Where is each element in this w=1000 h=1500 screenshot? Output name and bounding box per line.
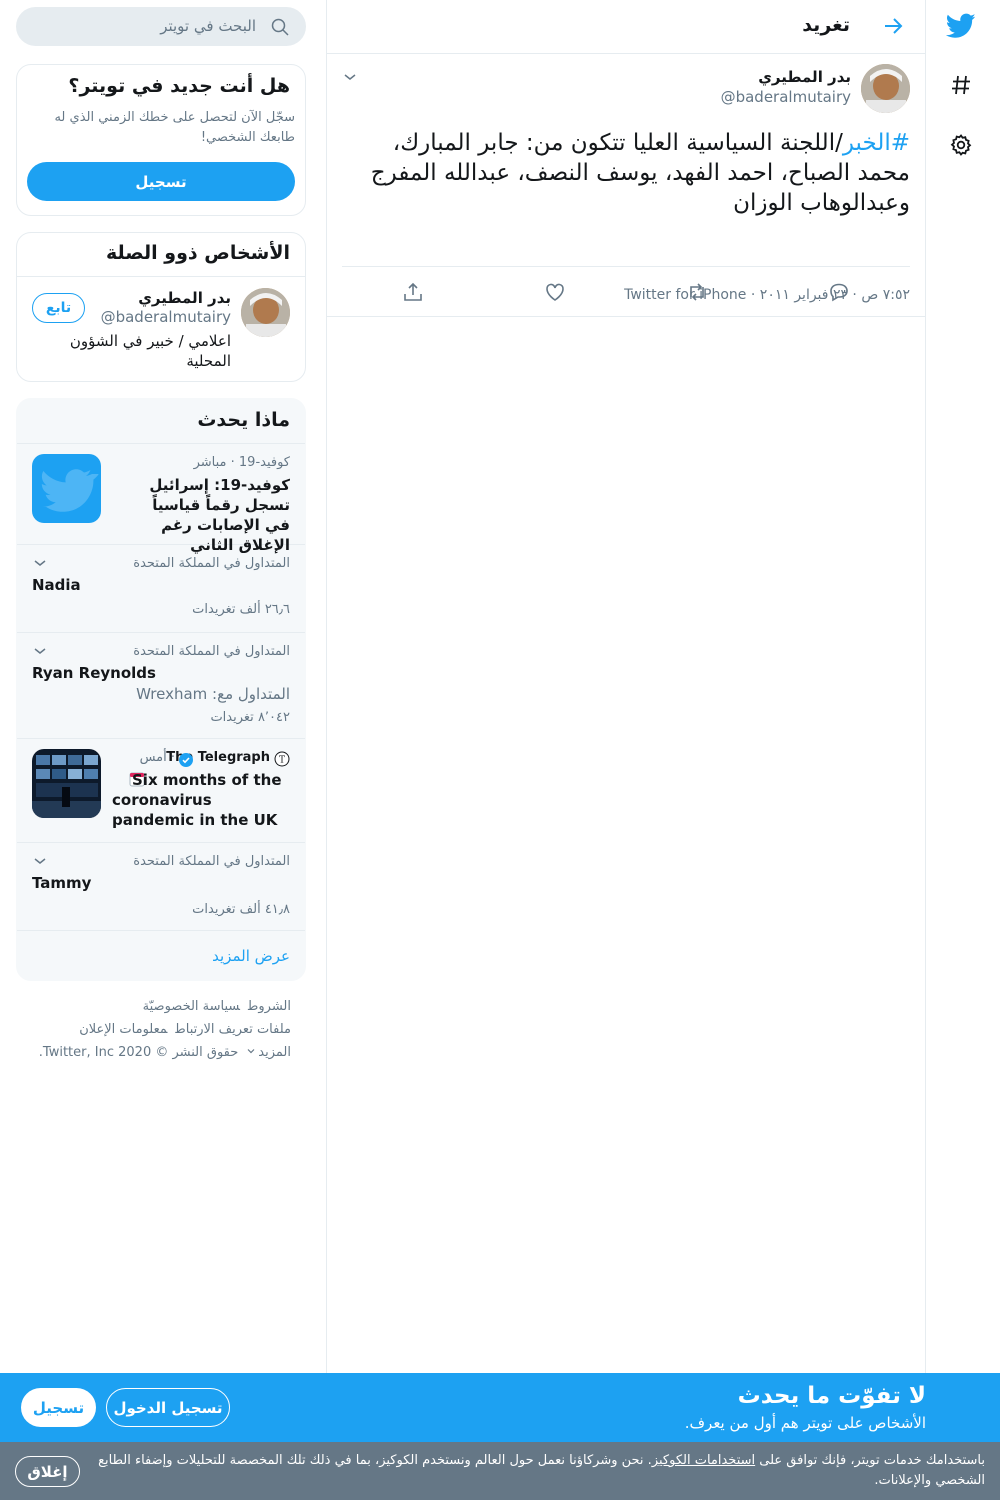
trend-count: ٤١٫٨ ألف تغريدات <box>192 902 290 917</box>
trend-item[interactable]: المتداول في المملكة المتحدة Tammy ٤١٫٨ أ… <box>17 843 305 931</box>
footer-ads-link[interactable]: معلومات الإعلان <box>79 1022 167 1037</box>
footer-row-1: الشروط سياسة الخصوصيّة <box>16 995 291 1018</box>
trend-name: Tammy <box>32 874 92 892</box>
footer-privacy-link[interactable]: سياسة الخصوصيّة <box>143 999 240 1014</box>
retweet-icon[interactable] <box>685 280 709 304</box>
trend-context: المتداول في المملكة المتحدة <box>133 556 290 571</box>
chevron-down-icon[interactable] <box>32 643 48 659</box>
card-title: ماذا يحدث <box>197 409 290 431</box>
tweet-author-handle[interactable]: @baderalmutairy <box>721 88 851 106</box>
news-title: كوفيد-19: إسرائيل تسجل رقماً قياسياً في … <box>149 476 290 554</box>
trend-related: المتداول مع: Wrexham <box>136 685 290 703</box>
main-header: تغريد <box>327 0 925 54</box>
trend-name: Ryan Reynolds <box>32 664 156 682</box>
chevron-down-icon[interactable] <box>32 853 48 869</box>
tweet-text: #الخبر/اللجنة السياسية العليا تتكون من: … <box>340 128 910 218</box>
trend-item[interactable]: المتداول في المملكة المتحدة Ryan Reynold… <box>17 633 305 739</box>
svg-text:T: T <box>279 756 285 766</box>
hashtag-icon[interactable] <box>944 68 978 102</box>
cookie-text-before: باستخدامك خدمات تويتر، فإنك توافق على <box>755 1453 985 1468</box>
tweet-author-name[interactable]: بدر المطيري <box>758 68 851 86</box>
search-input[interactable]: البحث في تويتر <box>160 17 256 35</box>
like-icon[interactable] <box>543 280 567 304</box>
side-nav <box>926 0 1000 1500</box>
tweet-actions <box>342 266 910 316</box>
page-title: تغريد <box>802 14 850 36</box>
verified-badge-icon <box>179 752 193 767</box>
related-user-bio: اعلامي / خبير في الشؤون المحلية <box>69 332 231 370</box>
news-time: · أمس <box>139 750 175 765</box>
signup-banner: لا تفوّت ما يحدث الأشخاص على تويتر هم أو… <box>0 1373 1000 1442</box>
chevron-down-icon[interactable] <box>341 68 359 86</box>
login-button[interactable]: تسجيل الدخول <box>106 1388 230 1427</box>
footer-more-label: المزيد <box>258 1045 291 1060</box>
tweet: بدر المطيري @baderalmutairy #الخبر/اللجن… <box>327 54 925 317</box>
footer-cookies-link[interactable]: ملفات تعريف الارتباط <box>175 1022 291 1037</box>
news-item[interactable]: كوفيد-19 · مباشر كوفيد-19: إسرائيل تسجل … <box>17 444 305 554</box>
chevron-down-icon <box>247 1049 255 1054</box>
footer-more-link[interactable]: المزيد <box>246 1045 291 1060</box>
cookie-text: باستخدامك خدمات تويتر، فإنك توافق على اس… <box>95 1451 985 1491</box>
trend-count: ٢٦٫٦ ألف تغريدات <box>192 602 290 617</box>
share-icon[interactable] <box>401 280 425 304</box>
card-title: هل أنت جديد في تويتر؟ <box>68 75 290 97</box>
trend-context: المتداول في المملكة المتحدة <box>133 644 290 659</box>
card-title: الأشخاص ذوو الصلة <box>106 242 290 264</box>
signup-button[interactable]: تسجيل <box>21 1388 96 1427</box>
footer-row-2: ملفات تعريف الارتباط معلومات الإعلان <box>16 1018 291 1041</box>
banner-heading: لا تفوّت ما يحدث <box>737 1383 926 1409</box>
reply-icon[interactable] <box>827 280 851 304</box>
news-thumbnail <box>32 749 101 818</box>
twitter-logo-icon[interactable] <box>944 9 978 43</box>
show-more-link[interactable]: عرض المزيد <box>212 947 290 965</box>
chevron-down-icon[interactable] <box>32 555 48 571</box>
avatar[interactable] <box>241 288 290 337</box>
trend-context: المتداول في المملكة المتحدة <box>133 854 290 869</box>
trend-count: ٨٬٠٤٢ تغريدات <box>210 710 290 725</box>
trend-item[interactable]: المتداول في المملكة المتحدة Nadia ٢٦٫٦ أ… <box>17 545 305 633</box>
news-thumbnail <box>32 454 101 523</box>
main-column: تغريد بدر المطيري @baderalmutairy #الخبر… <box>326 0 926 1500</box>
related-user-handle[interactable]: @baderalmutairy <box>101 308 231 326</box>
card-header: ماذا يحدث <box>17 399 305 444</box>
news-title: Six months of the coronavirus pandemic i… <box>112 771 282 829</box>
hashtag-link[interactable]: #الخبر <box>843 130 910 156</box>
search-bar[interactable]: البحث في تويتر <box>16 7 306 46</box>
footer-copyright: حقوق النشر © 2020 Twitter, Inc. <box>38 1045 239 1060</box>
tweet-body: /اللجنة السياسية العليا تتكون من: جابر ا… <box>370 130 910 216</box>
cookie-policy-link[interactable]: استخدامات الكوكيز <box>652 1453 755 1468</box>
footer-row-3: المزيد حقوق النشر © 2020 Twitter, Inc. <box>16 1041 291 1064</box>
gear-icon[interactable] <box>944 128 978 162</box>
search-icon <box>270 17 290 37</box>
new-to-twitter-card: هل أنت جديد في تويتر؟ سجّل الآن لتحصل عل… <box>16 64 306 216</box>
avatar[interactable] <box>861 64 910 113</box>
close-button[interactable]: إغلاق <box>15 1456 80 1487</box>
follow-button[interactable]: تابع <box>32 293 85 323</box>
cookie-banner: باستخدامك خدمات تويتر، فإنك توافق على اس… <box>0 1442 1000 1500</box>
card-subtitle: سجّل الآن لتحصل على خطك الزمني الذي له ط… <box>54 110 295 145</box>
trends-card: ماذا يحدث كوفيد-19 · مباشر كوفيد-19: إسر… <box>16 398 306 981</box>
back-arrow-icon[interactable] <box>881 14 905 38</box>
news-item[interactable]: T The Telegraph · أمس Six months of the … <box>17 739 305 843</box>
signup-button[interactable]: تسجيل <box>27 162 295 201</box>
card-header: الأشخاص ذوو الصلة <box>17 233 305 277</box>
trend-name: Nadia <box>32 576 81 594</box>
news-context: كوفيد-19 · مباشر <box>193 455 290 470</box>
banner-subheading: الأشخاص على تويتر هم أول من يعرف. <box>684 1414 926 1432</box>
related-user-name[interactable]: بدر المطيري <box>138 289 231 307</box>
telegraph-logo-icon: T <box>274 751 290 767</box>
related-people-card: الأشخاص ذوو الصلة بدر المطيري @baderalmu… <box>16 232 306 382</box>
footer-terms-link[interactable]: الشروط <box>248 999 291 1014</box>
